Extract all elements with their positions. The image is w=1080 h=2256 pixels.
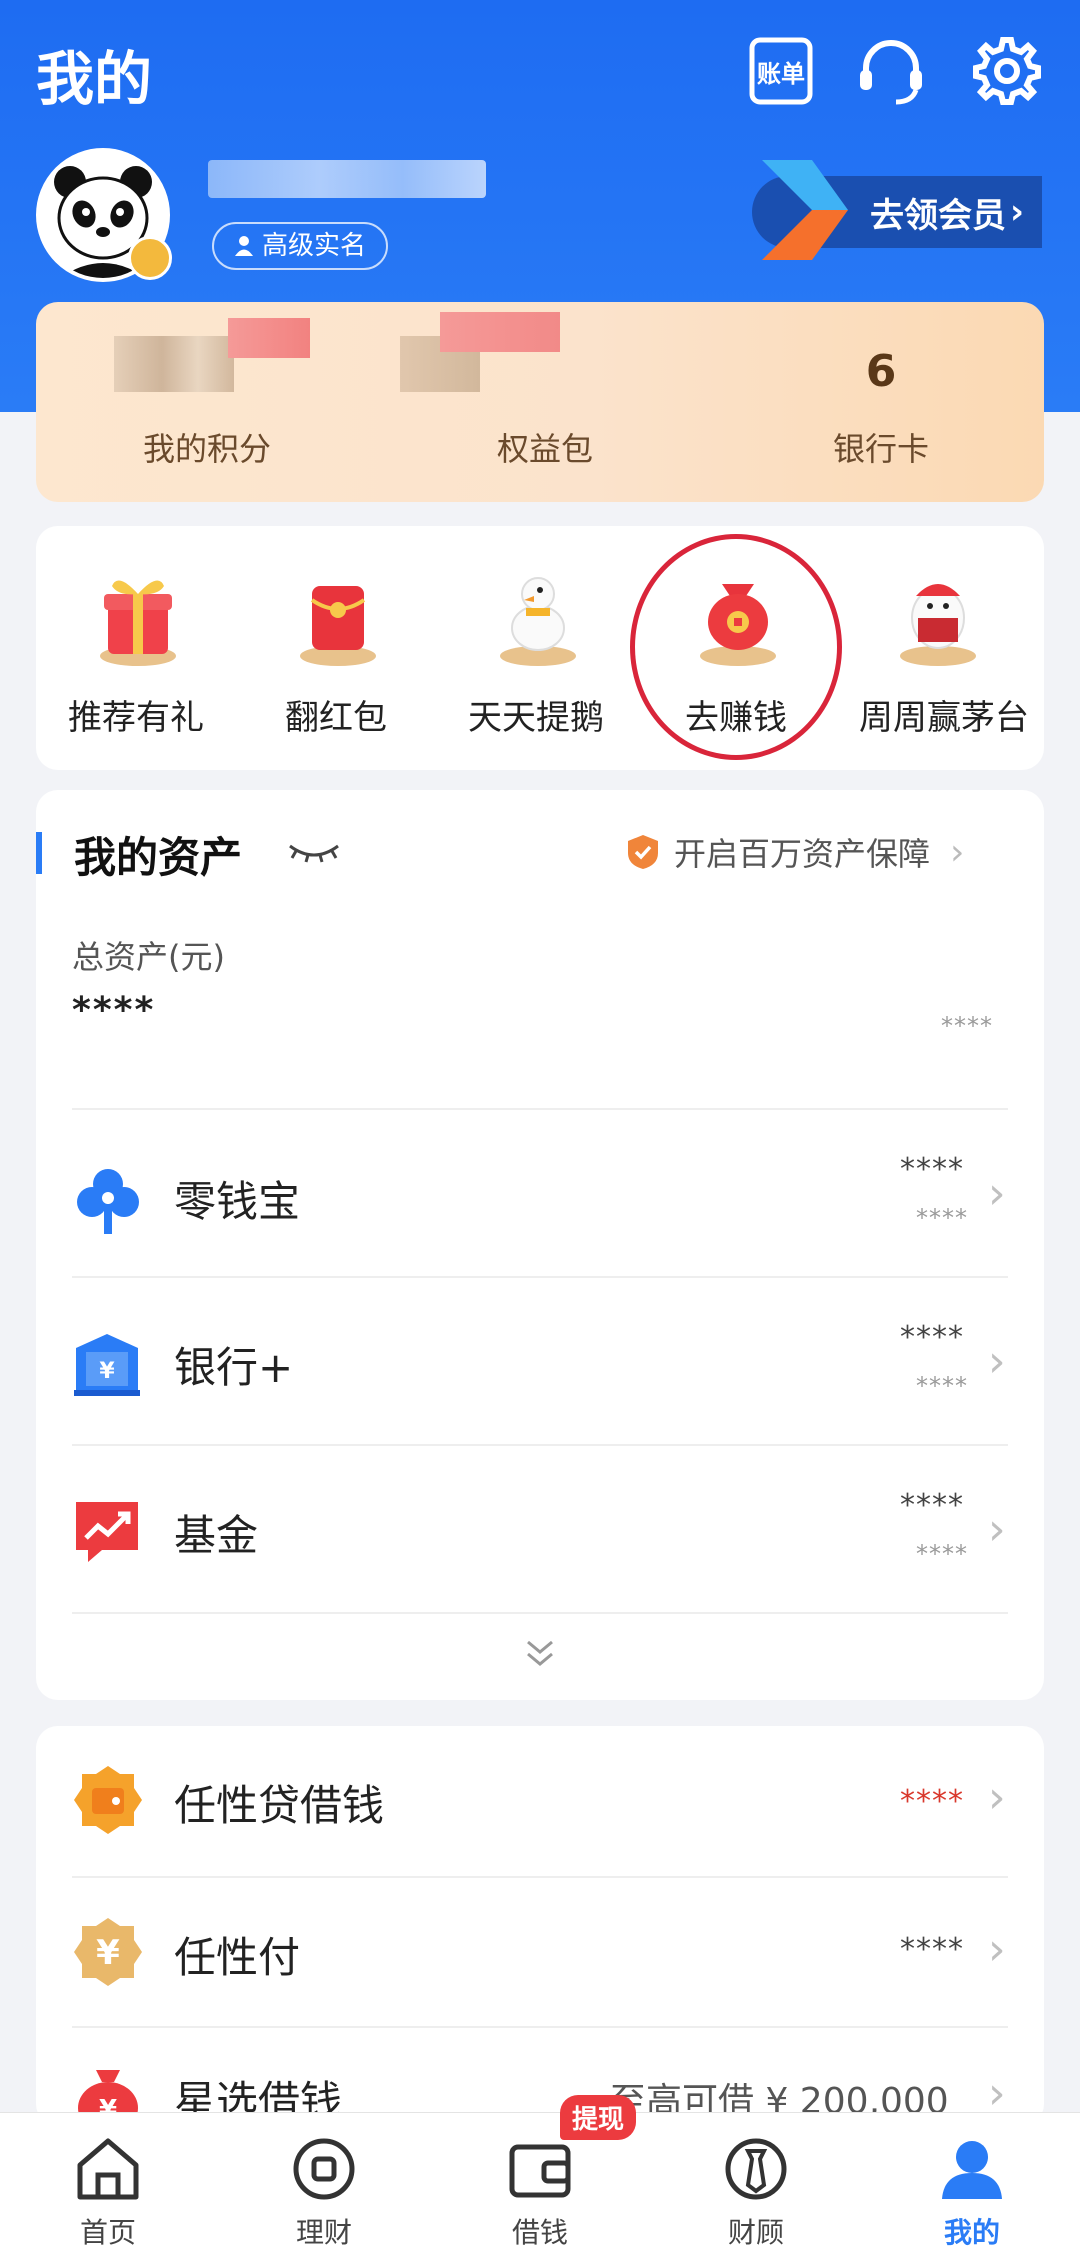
bank-card-label: 银行卡 (832, 430, 929, 468)
finance-icon (293, 2138, 355, 2200)
vip-label: 去领会员 (869, 195, 1006, 236)
loan-row-renxingfu[interactable]: ¥ 任性付 **** › (36, 1878, 1044, 2026)
withdraw-badge: 提现 (560, 2095, 637, 2140)
protection-label: 开启百万资产保障 (674, 835, 931, 873)
asset-row-value: **** (900, 1488, 964, 1523)
red-envelope-icon (300, 586, 376, 666)
tab-home[interactable]: 首页 (0, 2113, 216, 2256)
points-value-blurred (114, 336, 234, 392)
bank-card-count: 6 (865, 346, 897, 397)
chevron-right-icon: › (988, 1336, 1006, 1387)
svg-text:¥: ¥ (96, 1933, 120, 1973)
mascot-icon (900, 584, 976, 666)
profile-icon (942, 2141, 1002, 2199)
asset-row-label: 零钱宝 (174, 1177, 301, 1226)
realname-badge[interactable]: 高级实名 (212, 222, 389, 270)
home-icon (77, 2138, 139, 2200)
chevron-right-icon: › (950, 831, 965, 873)
asset-row-sub: **** (916, 1204, 968, 1232)
total-assets-sub: **** (941, 1012, 993, 1040)
loan-row-label: 任性贷借钱 (174, 1781, 385, 1830)
tab-mine[interactable]: 我的 (864, 2113, 1080, 2256)
svg-text:¥: ¥ (99, 1359, 115, 1384)
yuan-badge-icon: ¥ (74, 1918, 142, 1986)
chevron-right-icon: › (988, 1168, 1006, 1219)
protection-link[interactable]: 开启百万资产保障 › (626, 830, 964, 874)
points-label: 我的积分 (142, 430, 271, 468)
benefits-label: 权益包 (496, 430, 593, 468)
loan-row-value: **** (900, 1784, 964, 1819)
points-badge-blurred (228, 318, 310, 358)
tab-label: 我的 (943, 2216, 1000, 2249)
asset-row-bank-plus[interactable]: ¥ 银行+ **** **** › (36, 1278, 1044, 1444)
tab-label: 首页 (79, 2216, 136, 2249)
bank-icon: ¥ (74, 1334, 140, 1396)
svg-text:账单: 账单 (757, 60, 805, 88)
bank-card-item[interactable]: 6 银行卡 (736, 302, 1026, 502)
asset-row-value: **** (900, 1320, 964, 1355)
benefits-badge-blurred (440, 312, 560, 352)
asset-row-value: **** (900, 1152, 964, 1187)
quick-action-label: 推荐有礼 (68, 698, 204, 738)
tab-label: 财顾 (727, 2216, 784, 2249)
section-accent-bar (36, 832, 42, 874)
fund-chart-icon (76, 1502, 138, 1562)
chevron-right-icon: › (988, 1772, 1006, 1823)
loan-row-label: 任性付 (174, 1933, 301, 1982)
tab-borrow[interactable]: 提现 借钱 (432, 2095, 648, 2256)
asset-row-lingqianbao[interactable]: 零钱宝 **** **** › (36, 1110, 1044, 1276)
asset-row-label: 银行+ (174, 1343, 294, 1392)
total-assets-label: 总资产(元) (72, 938, 225, 976)
benefits-item[interactable]: 权益包 (400, 302, 690, 502)
assets-title: 我的资产 (74, 833, 243, 882)
asset-row-label: 基金 (174, 1511, 259, 1560)
total-assets-value: **** (72, 990, 156, 1031)
vip-logo-icon (752, 150, 852, 270)
gift-box-icon (100, 580, 176, 666)
page-title: 我的 (36, 45, 153, 113)
realname-label: 高级实名 (262, 231, 367, 261)
customer-service-button[interactable] (852, 32, 930, 110)
quick-action-label: 翻红包 (285, 698, 387, 738)
loan-icon (74, 1766, 142, 1834)
settings-button[interactable] (966, 32, 1044, 110)
quick-actions-card: 推荐有礼 翻红包 天天提鹅 去赚钱 周周赢茅台 (36, 526, 1044, 770)
clover-icon (77, 1169, 139, 1234)
loans-card: 任性贷借钱 **** › ¥ 任性付 **** › ¥ 星选借钱 至高可借 ¥ … (36, 1726, 1044, 2134)
username-blurred (208, 160, 486, 198)
vip-crown-badge (128, 236, 172, 280)
shield-icon (628, 835, 658, 869)
quick-action-label: 天天提鹅 (468, 698, 604, 738)
chevron-right-icon: › (988, 1924, 1006, 1975)
headset-icon (860, 40, 922, 105)
loan-row-value: **** (900, 1932, 964, 1967)
highlight-circle (630, 534, 842, 760)
points-card: 我的积分 权益包 6 银行卡 (36, 302, 1044, 502)
tab-label: 借钱 (511, 2216, 568, 2249)
bill-icon: 账单 (749, 37, 813, 105)
chevron-right-icon: › (1009, 192, 1024, 232)
wallet-icon (509, 2144, 571, 2198)
bill-button[interactable]: 账单 (742, 32, 820, 110)
expand-down-icon[interactable] (524, 1638, 556, 1672)
tab-advisor[interactable]: 财顾 (648, 2113, 864, 2256)
goose-icon (500, 577, 576, 666)
eye-closed-icon[interactable] (286, 840, 342, 864)
asset-row-sub: **** (916, 1540, 968, 1568)
points-item[interactable]: 我的积分 (62, 302, 352, 502)
quick-action-label: 周周赢茅台 (859, 698, 1029, 738)
chevron-right-icon: › (988, 1504, 1006, 1555)
assets-card: 我的资产 开启百万资产保障 › 总资产(元) **** **** 零钱宝 ***… (36, 790, 1044, 1700)
gear-icon (973, 37, 1041, 105)
tab-label: 理财 (295, 2216, 352, 2249)
advisor-icon (725, 2138, 787, 2200)
bottom-tab-bar: 首页 理财 提现 借钱 财顾 我的 (0, 2095, 1080, 2256)
asset-row-sub: **** (916, 1372, 968, 1400)
asset-row-fund[interactable]: 基金 **** **** › (36, 1446, 1044, 1612)
divider (72, 1612, 1008, 1614)
tab-finance[interactable]: 理财 (216, 2113, 432, 2256)
loan-row-renxingdai[interactable]: 任性贷借钱 **** › (36, 1726, 1044, 1876)
person-icon (235, 236, 253, 256)
